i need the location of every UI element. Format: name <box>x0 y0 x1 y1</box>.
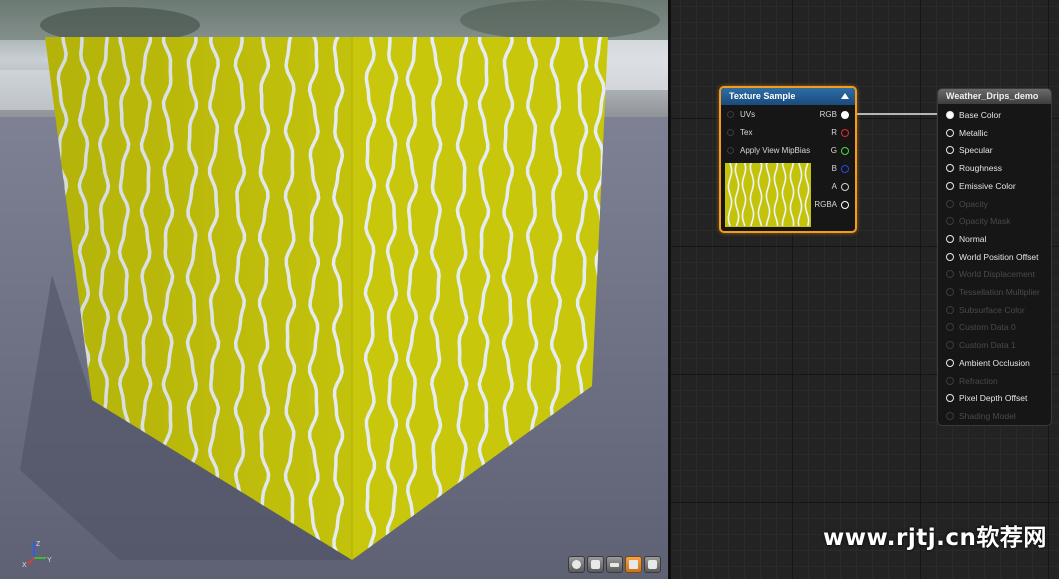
input-pin-icon[interactable] <box>727 147 734 154</box>
material-pin-icon <box>946 199 954 208</box>
cylinder-shape-icon <box>591 560 600 569</box>
output-pin-icon[interactable] <box>841 165 849 173</box>
texture-thumbnail <box>725 163 811 227</box>
material-pin-icon[interactable] <box>946 146 954 155</box>
collapse-arrow-icon[interactable] <box>841 93 849 99</box>
material-pin-label: World Position Offset <box>959 251 1039 262</box>
output-pin-icon[interactable] <box>841 183 849 191</box>
axis-z-label: Z <box>36 541 41 548</box>
material-pin-label: Base Color <box>959 110 1002 120</box>
material-pin-label: Shading Model <box>959 410 1016 421</box>
input-pin-label: UVs <box>740 110 756 119</box>
material-pin-icon[interactable] <box>946 394 954 403</box>
output-pin-g[interactable]: G <box>789 144 849 158</box>
material-pin-icon <box>946 305 954 314</box>
material-pin-icon[interactable] <box>946 128 954 137</box>
plane-shape-icon <box>610 563 619 567</box>
material-pin-icon <box>946 376 954 385</box>
axis-gizmo-icon: Z Y X <box>22 538 56 568</box>
output-pin-icon[interactable] <box>841 111 849 119</box>
material-pin-icon <box>946 323 954 332</box>
plane-shape-button[interactable] <box>606 556 623 573</box>
material-pin-label: Pixel Depth Offset <box>959 393 1028 404</box>
material-pin-icon[interactable] <box>946 234 954 243</box>
material-pin-label: Emissive Color <box>959 180 1016 191</box>
input-pin-icon[interactable] <box>727 129 734 136</box>
material-pin-label: Subsurface Color <box>959 304 1025 315</box>
texture-sample-header[interactable]: Texture Sample <box>721 88 855 105</box>
output-pin-r[interactable]: R <box>789 126 849 140</box>
material-result-title: Weather_Drips_demo <box>946 91 1039 101</box>
cube-shape-button[interactable] <box>625 556 642 573</box>
watermark-text: www.rjtj.cn软荐网 <box>823 525 1047 551</box>
sphere-shape-button[interactable] <box>568 556 585 573</box>
material-pin-icon[interactable] <box>946 164 954 173</box>
material-pin-icon[interactable] <box>946 111 954 119</box>
material-pin-label: Metallic <box>959 127 988 138</box>
material-pin-label: Custom Data 1 <box>959 340 1016 351</box>
input-pin-icon[interactable] <box>727 111 734 118</box>
preview-shape-toolbar <box>568 556 661 573</box>
material-pin-label: Normal <box>959 233 987 244</box>
output-pin-label: B <box>831 164 837 173</box>
output-pin-label: A <box>831 182 837 191</box>
material-pin-icon <box>946 341 954 350</box>
material-preview-viewport[interactable]: Z Y X <box>0 0 668 579</box>
texture-sample-node[interactable]: Texture Sample UVs Tex Apply View MipBia… <box>719 86 857 233</box>
output-pin-icon[interactable] <box>841 129 849 137</box>
input-pin-label: Tex <box>740 128 753 137</box>
preview-scene <box>0 0 668 579</box>
cylinder-shape-button[interactable] <box>587 556 604 573</box>
material-pin-label: Refraction <box>959 375 998 386</box>
material-result-header[interactable]: Weather_Drips_demo <box>938 89 1051 104</box>
custom-mesh-icon <box>648 560 657 569</box>
texture-sample-title: Texture Sample <box>729 91 796 101</box>
cube-shape-icon <box>629 560 638 569</box>
material-pin-icon <box>946 411 954 420</box>
material-pin-label: Ambient Occlusion <box>959 357 1030 368</box>
material-pin-icon <box>946 270 954 279</box>
material-pin-label: Roughness <box>959 163 1003 174</box>
material-pin-icon[interactable] <box>946 358 954 367</box>
output-pin-label: RGBA <box>814 200 837 209</box>
material-pin-label: Custom Data 0 <box>959 322 1016 333</box>
sphere-shape-icon <box>572 560 581 569</box>
material-pin-icon <box>946 288 954 296</box>
material-pin-label: Opacity Mask <box>959 216 1011 227</box>
material-pin-label: World Displacement <box>959 269 1035 280</box>
custom-mesh-button[interactable] <box>644 556 661 573</box>
output-pin-label: G <box>830 146 837 155</box>
material-pin-label: Specular <box>959 145 993 156</box>
material-pin-icon[interactable] <box>946 252 954 261</box>
output-pin-rgb[interactable]: RGB <box>789 108 849 122</box>
output-pin-label: R <box>831 128 837 137</box>
output-pin-icon[interactable] <box>841 147 849 155</box>
output-pin-icon[interactable] <box>841 201 849 209</box>
material-result-node[interactable]: Weather_Drips_demo Base Color Metallic Spe… <box>937 88 1052 426</box>
output-pin-label: RGB <box>819 110 837 119</box>
material-pin-icon[interactable] <box>946 181 954 190</box>
axis-y-label: Y <box>47 557 52 564</box>
axis-x-label: X <box>22 562 27 568</box>
material-pin-icon <box>946 217 954 226</box>
material-pin-label: Tessellation Multiplier <box>959 287 1040 297</box>
material-pin-label: Opacity <box>959 198 988 209</box>
material-graph-canvas[interactable]: Texture Sample UVs Tex Apply View MipBia… <box>671 0 1059 579</box>
